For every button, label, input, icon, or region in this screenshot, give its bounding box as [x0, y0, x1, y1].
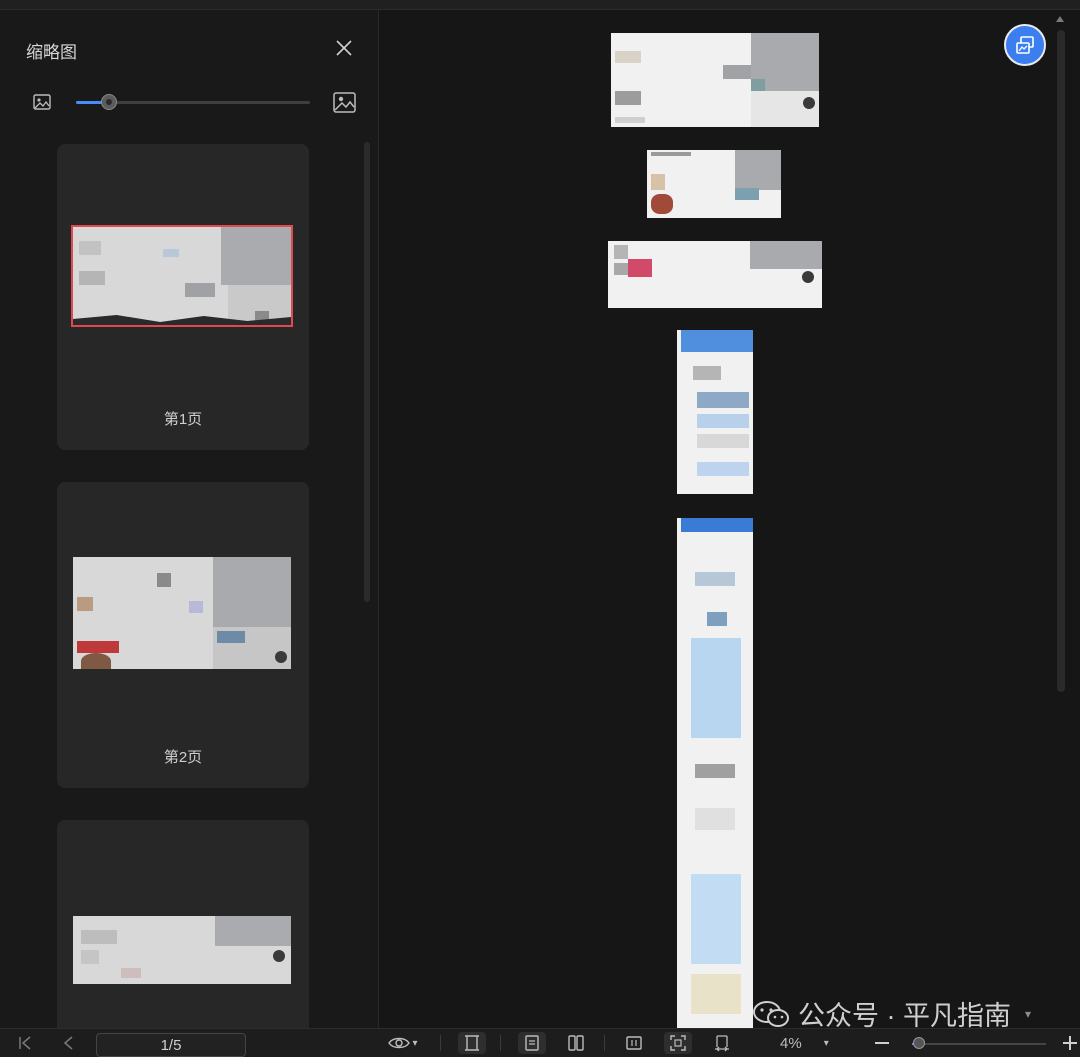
- fit-width-icon: [715, 1035, 729, 1052]
- two-page-icon: [568, 1035, 584, 1051]
- page-number-input[interactable]: 1/5: [96, 1033, 246, 1057]
- zoom-slider-knob[interactable]: [912, 1037, 925, 1049]
- single-page-button[interactable]: [518, 1032, 546, 1054]
- slider-knob[interactable]: [100, 94, 117, 110]
- single-page-icon: [525, 1035, 539, 1051]
- two-page-button[interactable]: [562, 1032, 590, 1054]
- read-mode-dropdown[interactable]: ▾: [382, 1032, 424, 1054]
- zoom-out-icon: [875, 1042, 889, 1044]
- prev-page-button[interactable]: [58, 1032, 80, 1054]
- document-page-4: [677, 330, 753, 494]
- watermark-dropdown-icon: ▾: [1025, 1006, 1032, 1021]
- image-convert-icon: [1016, 36, 1034, 54]
- thumbnail-card-page-3[interactable]: [57, 820, 309, 1038]
- first-page-icon: [19, 1036, 31, 1050]
- wechat-icon: [753, 1000, 789, 1027]
- page-1-label: 第1页: [163, 411, 203, 428]
- first-page-button[interactable]: [14, 1032, 36, 1054]
- eye-icon: [388, 1037, 411, 1049]
- document-page-5: [677, 518, 753, 1038]
- bottom-toolbar: 1/5 ▾ 4% ▾: [0, 1028, 1080, 1057]
- page-1-thumbnail[interactable]: [71, 225, 293, 327]
- fit-height-icon: [465, 1035, 479, 1051]
- thumbnail-card-page-2[interactable]: 第2页: [57, 482, 309, 788]
- small-thumbnail-icon[interactable]: [32, 92, 52, 112]
- chevron-down-icon: ▾: [412, 1037, 418, 1049]
- fit-height-button[interactable]: [458, 1032, 486, 1054]
- document-page-1: [611, 33, 819, 127]
- prev-page-icon: [63, 1036, 73, 1050]
- document-page-2: [647, 150, 781, 218]
- large-thumbnail-icon[interactable]: [332, 90, 357, 115]
- window-top-strip: [0, 0, 1080, 10]
- toolbar-divider: [604, 1035, 605, 1051]
- document-page-3: [608, 241, 822, 308]
- toolbar-divider: [440, 1035, 441, 1051]
- image-convert-button[interactable]: [1004, 24, 1046, 66]
- actual-size-icon: [626, 1036, 642, 1050]
- zoom-in-icon: [1063, 1036, 1077, 1050]
- sidebar-title: 缩略图: [26, 43, 77, 62]
- scroll-up-arrow-icon[interactable]: [1056, 16, 1064, 22]
- zoom-out-button[interactable]: [870, 1032, 894, 1054]
- page-2-thumbnail[interactable]: [73, 557, 291, 669]
- page-3-thumbnail[interactable]: [73, 916, 291, 984]
- zoom-value-dropdown[interactable]: 4% ▾: [780, 1032, 840, 1054]
- fit-screen-icon: [670, 1035, 686, 1051]
- main-scrollbar[interactable]: [1057, 30, 1065, 692]
- page-2-label: 第2页: [163, 749, 203, 766]
- fit-width-button[interactable]: [708, 1032, 736, 1054]
- zoom-in-button[interactable]: [1060, 1032, 1080, 1054]
- fit-screen-button[interactable]: [664, 1032, 692, 1054]
- zoom-slider[interactable]: [912, 1037, 1046, 1049]
- chevron-down-icon: ▾: [823, 1037, 829, 1049]
- toolbar-divider: [500, 1035, 501, 1051]
- thumbnail-size-slider[interactable]: [76, 94, 310, 110]
- document-viewer[interactable]: [379, 10, 1080, 1038]
- close-icon[interactable]: [334, 38, 354, 58]
- sidebar-scrollbar[interactable]: [364, 142, 370, 602]
- actual-size-button[interactable]: [620, 1032, 648, 1054]
- thumbnail-card-page-1[interactable]: 第1页: [57, 144, 309, 450]
- thumbnail-sidebar: 缩略图 第1页 第2页: [0, 10, 379, 1038]
- zoom-value: 4%: [780, 1034, 802, 1052]
